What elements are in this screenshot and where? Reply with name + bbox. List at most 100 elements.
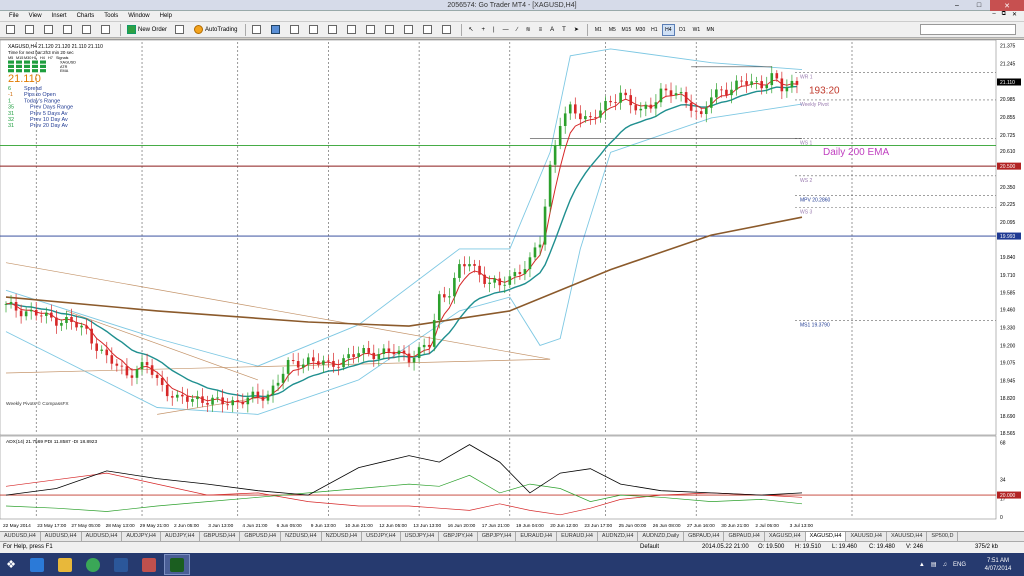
chart-tab[interactable]: NZDUSD,H4 bbox=[281, 532, 322, 541]
chart-tab[interactable]: XAGUSD,H4 bbox=[765, 532, 806, 541]
periods-button[interactable] bbox=[420, 23, 437, 36]
time-tick-label: 27 Jun 16:00 bbox=[687, 523, 715, 529]
crosshair-tool[interactable]: + bbox=[479, 23, 489, 36]
bar-chart-button[interactable] bbox=[249, 23, 266, 36]
taskbar-word[interactable] bbox=[108, 554, 134, 575]
status-profile[interactable]: Default bbox=[640, 544, 659, 550]
menu-tools[interactable]: Tools bbox=[99, 13, 123, 19]
chart-tab[interactable]: USDJPY,H4 bbox=[401, 532, 440, 541]
language-indicator[interactable]: ENG bbox=[953, 562, 966, 568]
network-icon[interactable]: ▤ bbox=[931, 561, 937, 568]
timeframe-w1[interactable]: W1 bbox=[690, 24, 703, 36]
tile-windows-button[interactable] bbox=[344, 23, 361, 36]
chart-tab[interactable]: USDJPY,H4 bbox=[362, 532, 401, 541]
child-minimize-button[interactable]: – bbox=[989, 11, 998, 18]
chart-tab[interactable]: AUDUSD,H4 bbox=[41, 532, 82, 541]
menu-window[interactable]: Window bbox=[123, 13, 154, 19]
new-order-button[interactable]: New Order bbox=[124, 23, 170, 36]
clock[interactable]: 7:51 AM 4/07/2014 bbox=[972, 557, 1024, 573]
zoom-out-button[interactable] bbox=[325, 23, 342, 36]
toolbar: New Order AutoTrading ↖ + | — ∕ ≋ ≡ A T … bbox=[0, 22, 1024, 38]
child-restore-button[interactable]: ⧉ bbox=[999, 11, 1009, 18]
menu-insert[interactable]: Insert bbox=[47, 13, 72, 19]
menu-help[interactable]: Help bbox=[155, 13, 177, 19]
chart-shift-button[interactable] bbox=[382, 23, 399, 36]
chart-tab[interactable]: EURAUD,H4 bbox=[557, 532, 598, 541]
menu-view[interactable]: View bbox=[24, 13, 47, 19]
chart-canvas[interactable]: WR 1 Weekly Pivot WS 1 WS 2 MPV 20.2860 WS 3 M… bbox=[0, 39, 1024, 532]
chart-tab[interactable]: SP500,D bbox=[927, 532, 959, 541]
timeframe-m15[interactable]: M15 bbox=[620, 24, 633, 36]
timeframe-m30[interactable]: M30 bbox=[634, 24, 647, 36]
tray-arrow-icon[interactable]: ▲ bbox=[919, 562, 925, 568]
chart-tab[interactable]: AUDJPY,H4 bbox=[122, 532, 161, 541]
chart-tab[interactable]: AUDJPY,H4 bbox=[161, 532, 200, 541]
minimize-button[interactable]: – bbox=[946, 0, 968, 11]
data-window-button[interactable] bbox=[60, 23, 77, 36]
timeframe-m1[interactable]: M1 bbox=[592, 24, 605, 36]
trendline-tool[interactable]: ∕ bbox=[514, 23, 521, 36]
chart-tab[interactable]: GBPAUD,H4 bbox=[684, 532, 725, 541]
autotrading-button[interactable]: AutoTrading bbox=[191, 23, 240, 36]
vertical-line-tool[interactable]: | bbox=[490, 23, 498, 36]
chrome-icon bbox=[86, 557, 100, 572]
navigator-button[interactable] bbox=[79, 23, 96, 36]
fibonacci-tool[interactable]: ≡ bbox=[536, 23, 546, 36]
chart-tab[interactable]: AUDUSD,H4 bbox=[82, 532, 123, 541]
taskbar-mt4[interactable] bbox=[164, 554, 190, 575]
chart-tab[interactable]: GBPUSD,H4 bbox=[200, 532, 241, 541]
volume-icon[interactable]: ♫ bbox=[942, 562, 947, 568]
search-input[interactable] bbox=[920, 24, 1016, 35]
terminal-button[interactable] bbox=[98, 23, 115, 36]
chart-tab[interactable]: EURAUD,H4 bbox=[516, 532, 558, 541]
chart-tab[interactable]: XAUUSD,H4 bbox=[846, 532, 887, 541]
candlestick-button[interactable] bbox=[268, 23, 285, 36]
line-chart-button[interactable] bbox=[287, 23, 304, 36]
menu-charts[interactable]: Charts bbox=[72, 13, 100, 19]
timeframe-mn[interactable]: MN bbox=[704, 24, 717, 36]
indicators-button[interactable] bbox=[401, 23, 418, 36]
chart-tab[interactable]: GBPJPY,H4 bbox=[439, 532, 478, 541]
taskbar-explorer[interactable] bbox=[52, 554, 78, 575]
cursor-tool[interactable]: ↖ bbox=[465, 23, 476, 36]
channel-tool[interactable]: ≋ bbox=[523, 23, 534, 36]
profiles-button[interactable] bbox=[22, 23, 39, 36]
maximize-button[interactable]: □ bbox=[968, 0, 990, 11]
chart-tab[interactable]: GBPAUD,H4 bbox=[724, 532, 765, 541]
chart-tab[interactable]: GBPUSD,H4 bbox=[240, 532, 282, 541]
chart-tab[interactable]: AUDUSD,H4 bbox=[0, 532, 41, 541]
chart-tab[interactable]: NZDUSD,H4 bbox=[322, 532, 363, 541]
close-button[interactable]: ✕ bbox=[990, 0, 1024, 11]
new-chart-button[interactable] bbox=[3, 23, 20, 36]
metaeditor-button[interactable] bbox=[172, 23, 189, 36]
candle-body bbox=[150, 365, 154, 375]
chart-tab[interactable]: XAUUSD,H4 bbox=[887, 532, 928, 541]
chart-tab[interactable]: GBPJPY,H4 bbox=[478, 532, 517, 541]
candle-body bbox=[483, 274, 486, 284]
arrows-tool[interactable]: ➤ bbox=[571, 23, 582, 36]
taskbar-ie[interactable] bbox=[24, 554, 50, 575]
templates-button[interactable] bbox=[439, 23, 456, 36]
taskbar-paint[interactable] bbox=[136, 554, 162, 575]
signal-col-header: Signals bbox=[56, 56, 69, 60]
chart-tab[interactable]: AUDNZD,H4 bbox=[598, 532, 639, 541]
label-tool[interactable]: T bbox=[559, 23, 569, 36]
timeframe-d1[interactable]: D1 bbox=[676, 24, 689, 36]
zoom-in-button[interactable] bbox=[306, 23, 323, 36]
horizontal-line-icon: — bbox=[502, 26, 509, 33]
timeframe-m5[interactable]: M5 bbox=[606, 24, 619, 36]
timeframe-h4[interactable]: H4 bbox=[661, 23, 675, 36]
chart-window[interactable]: WR 1 Weekly Pivot WS 1 WS 2 MPV 20.2860 WS 3 M… bbox=[0, 39, 1024, 531]
child-close-button[interactable]: ✕ bbox=[1009, 11, 1020, 18]
taskbar-chrome[interactable] bbox=[80, 554, 106, 575]
autoscroll-button[interactable] bbox=[363, 23, 380, 36]
horizontal-line-tool[interactable]: — bbox=[500, 23, 512, 36]
start-button[interactable]: ❖ bbox=[0, 553, 22, 576]
chart-tab[interactable]: XAGUSD,H4 bbox=[805, 532, 847, 541]
market-watch-button[interactable] bbox=[41, 23, 58, 36]
timeframe-h1[interactable]: H1 bbox=[648, 24, 661, 36]
menu-file[interactable]: File bbox=[4, 13, 24, 19]
chart-tab[interactable]: AUDNZD,Daily bbox=[638, 532, 685, 541]
text-tool[interactable]: A bbox=[547, 23, 557, 36]
candle-body bbox=[740, 80, 743, 82]
